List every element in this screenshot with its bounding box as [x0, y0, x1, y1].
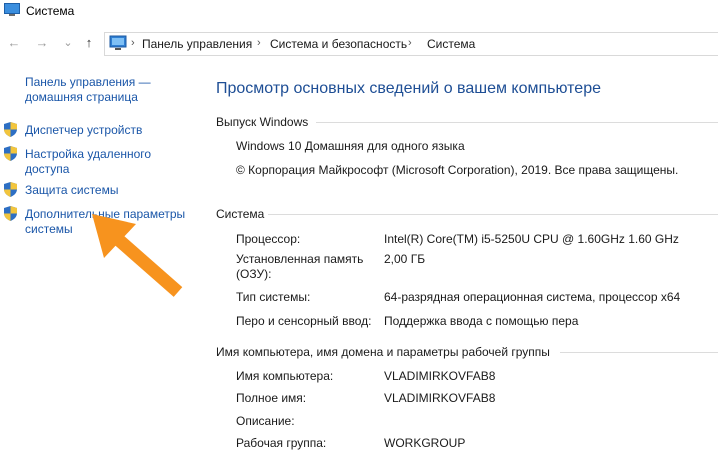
- workgroup-label: Рабочая группа:: [236, 436, 327, 450]
- forward-button[interactable]: →: [34, 35, 50, 51]
- pen-touch-label: Перо и сенсорный ввод:: [236, 314, 372, 328]
- shield-icon: [4, 206, 17, 221]
- full-name-value: VLADIMIRKOVFAB8: [384, 391, 496, 405]
- group-title-computer-name: Имя компьютера, имя домена и параметры р…: [216, 345, 550, 359]
- sidebar-item-device-manager[interactable]: Диспетчер устройств: [25, 123, 142, 138]
- annotation-arrow-icon: [92, 214, 183, 297]
- copyright-text: © Корпорация Майкрософт (Microsoft Corpo…: [236, 163, 679, 177]
- sidebar-home-link[interactable]: Панель управления — домашняя страница: [25, 75, 151, 105]
- sidebar-item-label: Настройка удаленного: [25, 147, 152, 161]
- address-bar[interactable]: › Панель управления › Система и безопасн…: [104, 32, 718, 56]
- processor-label: Процессор:: [236, 232, 301, 246]
- recent-locations-button[interactable]: ⌄: [60, 35, 76, 51]
- back-button[interactable]: ←: [6, 35, 22, 51]
- computer-name-label: Имя компьютера:: [236, 369, 334, 383]
- up-button[interactable]: ↑: [81, 35, 97, 51]
- group-divider: [316, 122, 718, 123]
- sidebar-item-system-protection[interactable]: Защита системы: [25, 183, 118, 198]
- processor-value: Intel(R) Core(TM) i5-5250U CPU @ 1.60GHz…: [384, 232, 679, 246]
- breadcrumb-separator[interactable]: ›: [408, 37, 412, 49]
- sidebar-home-label: домашняя страница: [25, 90, 138, 104]
- sidebar-item-label: доступа: [25, 162, 70, 176]
- computer-name-value: VLADIMIRKOVFAB8: [384, 369, 496, 383]
- group-title-edition: Выпуск Windows: [216, 115, 309, 129]
- breadcrumb-separator: ›: [131, 37, 135, 49]
- breadcrumb-security[interactable]: Система и безопасность: [270, 37, 407, 51]
- sidebar-item-remote-access[interactable]: Настройка удаленного доступа: [25, 147, 151, 177]
- breadcrumb-system[interactable]: Система: [427, 37, 475, 51]
- forward-arrow-icon: →: [35, 35, 49, 50]
- sidebar-item-label: Диспетчер устройств: [25, 123, 143, 137]
- group-title-system: Система: [216, 207, 265, 221]
- workgroup-value: WORKGROUP: [384, 436, 466, 450]
- system-window-icon: [4, 3, 20, 16]
- control-panel-icon: [109, 35, 127, 50]
- shield-icon: [4, 146, 17, 161]
- window-title: Система: [26, 4, 75, 18]
- sidebar-item-label: Защита системы: [25, 183, 119, 197]
- edition-name: Windows 10 Домашняя для одного языка: [236, 139, 465, 153]
- breadcrumb-control-panel[interactable]: Панель управления: [142, 37, 252, 51]
- group-divider: [268, 214, 718, 215]
- chevron-down-icon: ⌄: [63, 37, 73, 49]
- memory-label: Установленная память (ОЗУ):: [236, 252, 363, 282]
- up-arrow-icon: ↑: [85, 35, 93, 50]
- full-name-label: Полное имя:: [236, 391, 307, 405]
- memory-label-line: (ОЗУ):: [236, 267, 272, 281]
- group-divider: [560, 352, 718, 353]
- system-type-label: Тип системы:: [236, 290, 311, 304]
- description-label: Описание:: [236, 414, 295, 428]
- memory-value: 2,00 ГБ: [384, 252, 426, 266]
- shield-icon: [4, 182, 17, 197]
- page-title: Просмотр основных сведений о вашем компь…: [216, 80, 601, 97]
- system-type-value: 64-разрядная операционная система, проце…: [384, 290, 681, 304]
- back-arrow-icon: ←: [7, 35, 21, 50]
- sidebar-home-label: Панель управления —: [25, 75, 151, 89]
- pen-touch-value: Поддержка ввода с помощью пера: [384, 314, 579, 328]
- shield-icon: [4, 122, 17, 137]
- memory-label-line: Установленная память: [236, 252, 364, 266]
- breadcrumb-separator[interactable]: ›: [257, 37, 261, 49]
